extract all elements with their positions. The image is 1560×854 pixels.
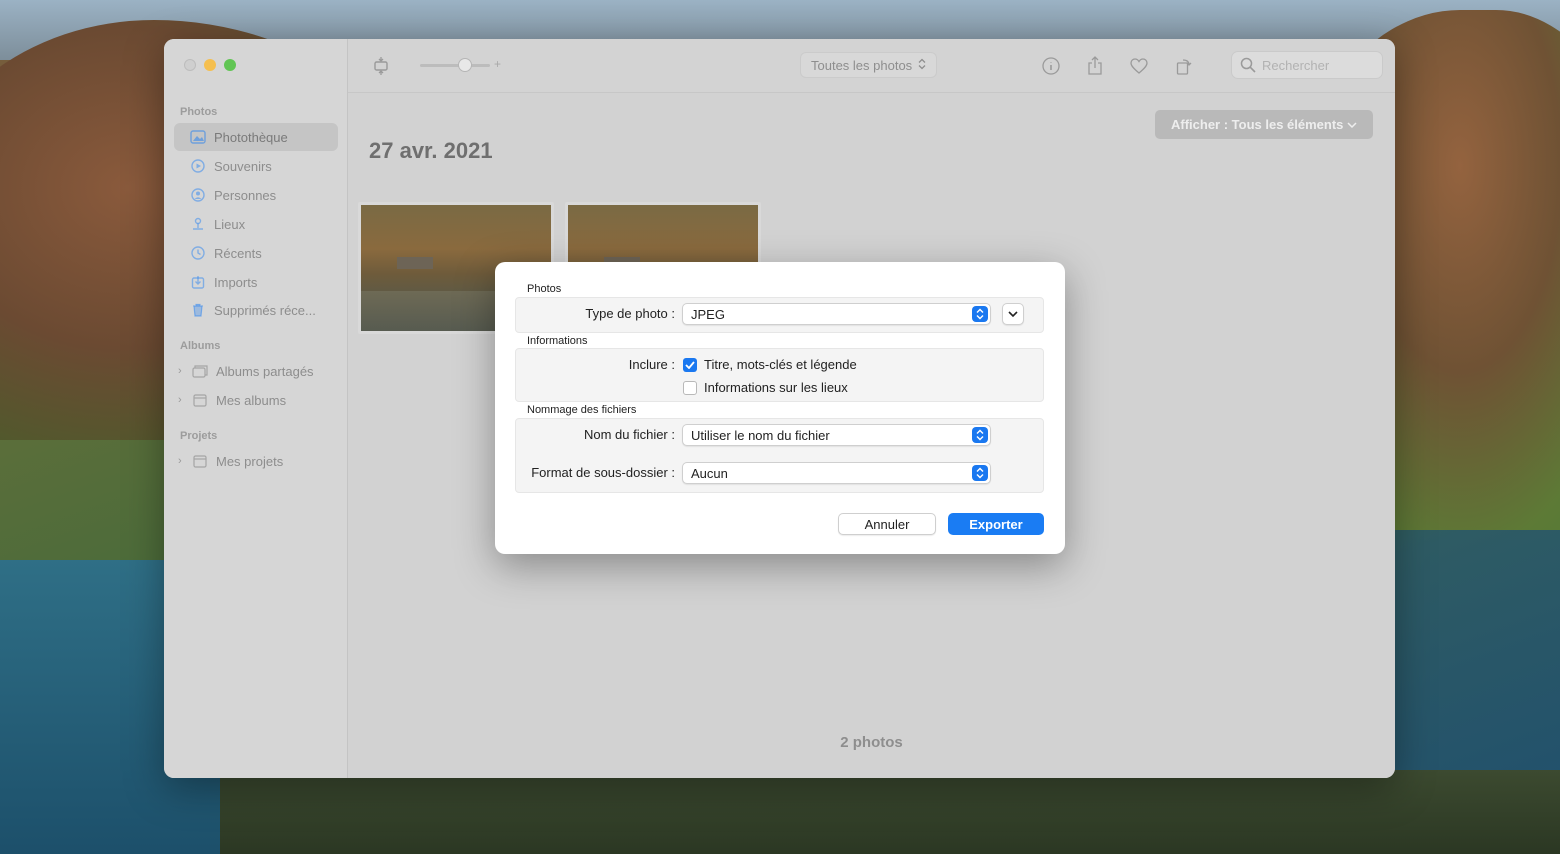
subfolder-value: Aucun [691, 465, 728, 481]
include-title-label: Titre, mots-clés et légende [704, 357, 857, 372]
include-location-checkbox-row[interactable]: Informations sur les lieux [683, 380, 848, 395]
sidebar-item-label: Lieux [214, 216, 246, 232]
subfolder-label: Format de sous-dossier : [531, 465, 675, 480]
minimize-window-button[interactable] [204, 59, 216, 71]
view-select[interactable]: Toutes les photos [800, 52, 938, 78]
sidebar-item-my-albums[interactable]: › Mes albums [174, 386, 338, 414]
sidebar-item-places[interactable]: Lieux [174, 210, 338, 238]
size-to-fit-icon[interactable] [370, 55, 392, 77]
sidebar-item-label: Albums partagés [216, 363, 314, 379]
sidebar-item-memories[interactable]: Souvenirs [174, 152, 338, 180]
include-title-checkbox[interactable] [683, 357, 697, 372]
include-location-checkbox[interactable] [683, 380, 697, 395]
sidebar-item-recents[interactable]: Récents [174, 239, 338, 267]
sidebar-item-label: Mes albums [216, 392, 287, 408]
subfolder-select[interactable]: Aucun [682, 462, 991, 484]
sidebar-item-shared-albums[interactable]: › Albums partagés [174, 357, 338, 385]
people-icon [190, 187, 206, 203]
clock-icon [190, 245, 206, 261]
close-window-button[interactable] [184, 59, 196, 71]
sidebar-item-label: Photothèque [214, 129, 288, 145]
zoom-slider-knob[interactable] [458, 58, 472, 72]
filename-value: Utiliser le nom du fichier [691, 427, 830, 443]
heart-icon[interactable] [1128, 55, 1150, 77]
chevron-down-icon [1008, 305, 1018, 323]
trash-icon [190, 302, 206, 318]
shared-albums-icon [192, 363, 208, 379]
updown-chevron-icon [972, 427, 988, 443]
zoom-slider-track[interactable] [420, 64, 490, 67]
memories-icon [190, 158, 206, 174]
chevron-right-icon[interactable]: › [178, 394, 182, 406]
chevron-right-icon[interactable]: › [178, 365, 182, 377]
sidebar-item-label: Souvenirs [214, 158, 272, 174]
include-label: Inclure : [628, 357, 675, 372]
sidebar-item-label: Récents [214, 245, 262, 261]
sidebar-section-photos: Photos [180, 106, 218, 118]
more-options-button[interactable] [1002, 303, 1024, 325]
photo-count: 2 photos [840, 734, 903, 751]
updown-chevron-icon [918, 58, 926, 73]
zoom-window-button[interactable] [224, 59, 236, 71]
search-placeholder: Rechercher [1262, 57, 1330, 73]
sidebar-item-label: Personnes [214, 187, 277, 203]
places-icon [190, 216, 206, 232]
date-heading: 27 avr. 2021 [369, 138, 493, 163]
info-icon[interactable] [1040, 55, 1062, 77]
photo-library-icon [190, 129, 206, 145]
group-label-naming: Nommage des fichiers [527, 404, 637, 416]
view-select-label: Toutes les photos [811, 57, 913, 73]
updown-chevron-icon [972, 306, 988, 322]
thumbnail-detail [397, 257, 433, 269]
sidebar-section-projects: Projets [180, 430, 218, 442]
rotate-icon[interactable] [1173, 55, 1195, 77]
sidebar-item-label: Mes projets [216, 453, 284, 469]
group-label-photos: Photos [527, 283, 562, 295]
window-controls [184, 59, 236, 71]
sidebar-item-recently-deleted[interactable]: Supprimés réce... [174, 296, 338, 324]
chevron-down-icon [1347, 117, 1357, 132]
zoom-plus-label: + [494, 57, 502, 71]
sidebar-item-label: Imports [214, 274, 258, 290]
cancel-button[interactable]: Annuler [838, 513, 936, 535]
folder-icon [192, 453, 208, 469]
sidebar-item-imports[interactable]: Imports [174, 268, 338, 296]
search-input[interactable]: Rechercher [1231, 51, 1383, 79]
export-button[interactable]: Exporter [948, 513, 1044, 535]
sidebar-section-albums: Albums [180, 340, 221, 352]
chevron-right-icon[interactable]: › [178, 455, 182, 467]
sidebar-item-people[interactable]: Personnes [174, 181, 338, 209]
search-icon [1240, 57, 1256, 73]
export-dialog: Photos Type de photo : JPEG Informations… [495, 262, 1065, 554]
sidebar: Photos Photothèque Souvenirs Personnes L… [164, 39, 348, 778]
share-icon[interactable] [1084, 55, 1106, 77]
sidebar-item-label: Supprimés réce... [214, 302, 316, 318]
wallpaper-ground [220, 770, 1560, 854]
filter-button-label: Afficher : Tous les éléments [1171, 117, 1344, 132]
folder-icon [192, 392, 208, 408]
toolbar: + Toutes les photos Rechercher [348, 39, 1395, 93]
filter-button[interactable]: Afficher : Tous les éléments [1155, 110, 1374, 139]
filename-label: Nom du fichier : [583, 427, 675, 442]
sidebar-item-my-projects[interactable]: › Mes projets [174, 447, 338, 475]
photo-type-value: JPEG [691, 306, 725, 322]
photo-type-label: Type de photo : [585, 306, 675, 321]
filename-select[interactable]: Utiliser le nom du fichier [682, 424, 991, 446]
include-location-label: Informations sur les lieux [704, 380, 848, 395]
imports-icon [190, 274, 206, 290]
include-title-checkbox-row[interactable]: Titre, mots-clés et légende [683, 357, 857, 372]
updown-chevron-icon [972, 465, 988, 481]
sidebar-item-library[interactable]: Photothèque [174, 123, 338, 151]
group-label-info: Informations [527, 335, 588, 347]
photo-type-select[interactable]: JPEG [682, 303, 991, 325]
